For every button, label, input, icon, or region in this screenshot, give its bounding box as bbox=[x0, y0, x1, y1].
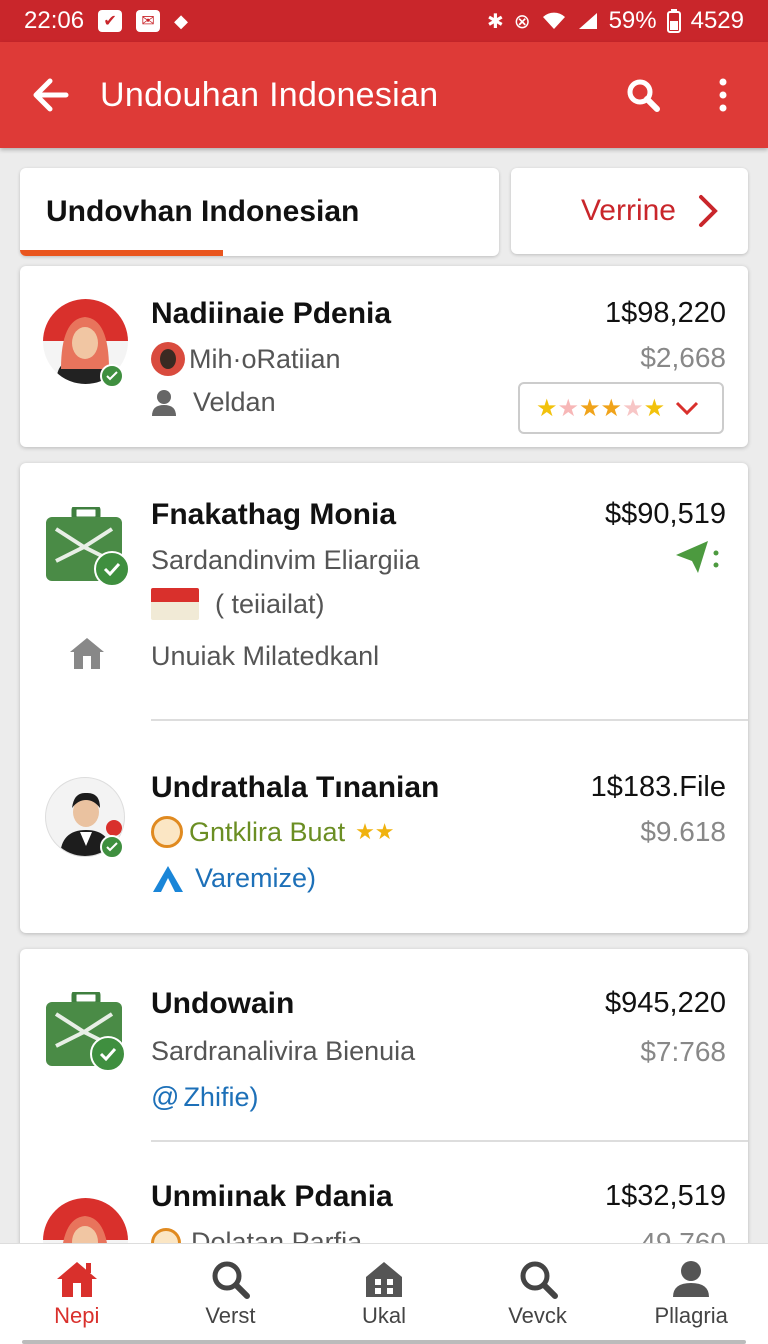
bluetooth-icon: ✱ bbox=[487, 10, 504, 33]
status-time: 22:06 bbox=[24, 7, 85, 34]
battery-icon bbox=[666, 9, 681, 33]
page-title: Undouhan Indonesian bbox=[100, 75, 439, 114]
nav-item-home[interactable]: Nepi bbox=[0, 1244, 154, 1344]
nav-label: Vevck bbox=[508, 1303, 567, 1328]
nav-item-profile[interactable]: Pllagria bbox=[614, 1244, 768, 1344]
back-arrow-icon[interactable] bbox=[0, 42, 100, 148]
tab-main[interactable]: Undovhan Indonesian bbox=[20, 168, 499, 256]
list-item[interactable]: Undrathala Tınanian Gntklira Buat ★★ Var… bbox=[20, 721, 748, 933]
star-rating: ★★★★★★ bbox=[536, 394, 666, 422]
tab-main-label: Undovhan Indonesian bbox=[46, 195, 360, 228]
item-subtitle: Sardandinvim Eliargiia bbox=[151, 545, 420, 575]
diamond-icon: ◆ bbox=[174, 10, 188, 31]
list-item[interactable]: Fnakathag Monia Sardandinvim Eliargiia (… bbox=[20, 463, 748, 719]
list-item[interactable]: Undowain Sardranalivira Bienuia @ Zhifie… bbox=[20, 949, 748, 1141]
rating-dropdown[interactable]: ★★★★★★ bbox=[518, 382, 724, 434]
item-name: Undowain bbox=[151, 987, 295, 1020]
item-price: $$90,519 bbox=[605, 498, 726, 530]
check-box-icon: ✔ bbox=[98, 10, 123, 32]
more-vert-icon[interactable] bbox=[678, 42, 768, 148]
item-role: Veldan bbox=[151, 387, 276, 418]
medal-icon bbox=[151, 816, 183, 848]
home-icon bbox=[68, 636, 106, 675]
person-icon bbox=[152, 389, 176, 416]
chevron-right-icon bbox=[699, 195, 718, 227]
verified-check-icon bbox=[94, 551, 130, 587]
search-icon bbox=[520, 1261, 558, 1299]
mini-avatar-icon bbox=[151, 342, 185, 376]
nav-label: Ukal bbox=[361, 1303, 406, 1328]
send-icon[interactable] bbox=[674, 539, 720, 580]
verified-check-icon bbox=[100, 835, 124, 859]
building-icon bbox=[365, 1262, 402, 1297]
chevron-down-icon bbox=[676, 401, 699, 416]
tab-indicator bbox=[20, 250, 223, 256]
item-name: Fnakathag Monia bbox=[151, 498, 397, 531]
gesture-bar bbox=[22, 1340, 746, 1344]
at-icon: @ bbox=[151, 1081, 180, 1112]
search-icon bbox=[212, 1261, 251, 1299]
list-card-1[interactable]: Nadiinaie Pdenia Mih·oRatiian Veldan 1$9… bbox=[20, 266, 748, 447]
triangle-logo-icon bbox=[153, 865, 183, 892]
status-bar: 22:06 ✔ ✉ ◆ ✱ ⊗ 59% 4529 bbox=[0, 0, 768, 42]
item-name: Unmiınak Pdania bbox=[151, 1180, 393, 1213]
item-note: ( teiiailat) bbox=[151, 588, 325, 620]
search-icon[interactable] bbox=[608, 42, 678, 148]
nav-label: Verst bbox=[205, 1303, 256, 1328]
tab-next[interactable]: Verrine bbox=[511, 168, 748, 254]
item-name: Nadiinaie Pdenia bbox=[151, 297, 392, 330]
item-subtitle: Sardranalivira Bienuia bbox=[151, 1036, 416, 1066]
app-bar: Undouhan Indonesian bbox=[0, 42, 768, 148]
item-price-secondary: $9.618 bbox=[640, 816, 726, 847]
envelope-icon bbox=[151, 588, 199, 620]
item-price: 1$32,519 bbox=[605, 1180, 726, 1212]
stars-icon: ★★ bbox=[355, 819, 395, 844]
verified-check-icon bbox=[100, 364, 124, 388]
item-price: $945,220 bbox=[605, 987, 726, 1019]
home-icon bbox=[56, 1262, 97, 1297]
item-location: Unuiak Milatedkanl bbox=[151, 641, 380, 671]
mute-icon: ⊗ bbox=[513, 10, 531, 33]
bottom-nav: Nepi Verst Ukal Vevck Pllagria bbox=[0, 1243, 768, 1344]
wifi-icon bbox=[542, 12, 565, 29]
item-link[interactable]: @ Zhifie) bbox=[151, 1081, 258, 1113]
verified-check-icon bbox=[90, 1036, 126, 1072]
photo-box-icon: ✉ bbox=[136, 10, 161, 32]
signal-icon bbox=[578, 13, 597, 29]
item-link[interactable]: Varemize) bbox=[151, 863, 316, 894]
nav-label: Pllagria bbox=[654, 1303, 728, 1328]
nav-item-ukal[interactable]: Ukal bbox=[307, 1244, 461, 1344]
item-name: Undrathala Tınanian bbox=[151, 771, 440, 804]
list-card-2: Fnakathag Monia Sardandinvim Eliargiia (… bbox=[20, 463, 748, 933]
item-price-secondary: $7:768 bbox=[640, 1036, 726, 1067]
nav-item-verst[interactable]: Verst bbox=[154, 1244, 308, 1344]
item-price-secondary: $2,668 bbox=[640, 342, 726, 373]
item-price: 1$98,220 bbox=[605, 297, 726, 329]
item-price: 1$183.File bbox=[590, 771, 726, 803]
battery-percent: 59% bbox=[608, 7, 657, 34]
nav-label: Nepi bbox=[54, 1303, 100, 1328]
nav-item-vevck[interactable]: Vevck bbox=[461, 1244, 615, 1344]
item-subtitle: Mih·oRatiian bbox=[151, 342, 341, 376]
status-clock-right: 4529 bbox=[690, 7, 744, 34]
item-badge: Gntklira Buat ★★ bbox=[151, 816, 395, 848]
tab-next-label: Verrine bbox=[580, 194, 676, 227]
person-icon bbox=[673, 1261, 710, 1297]
